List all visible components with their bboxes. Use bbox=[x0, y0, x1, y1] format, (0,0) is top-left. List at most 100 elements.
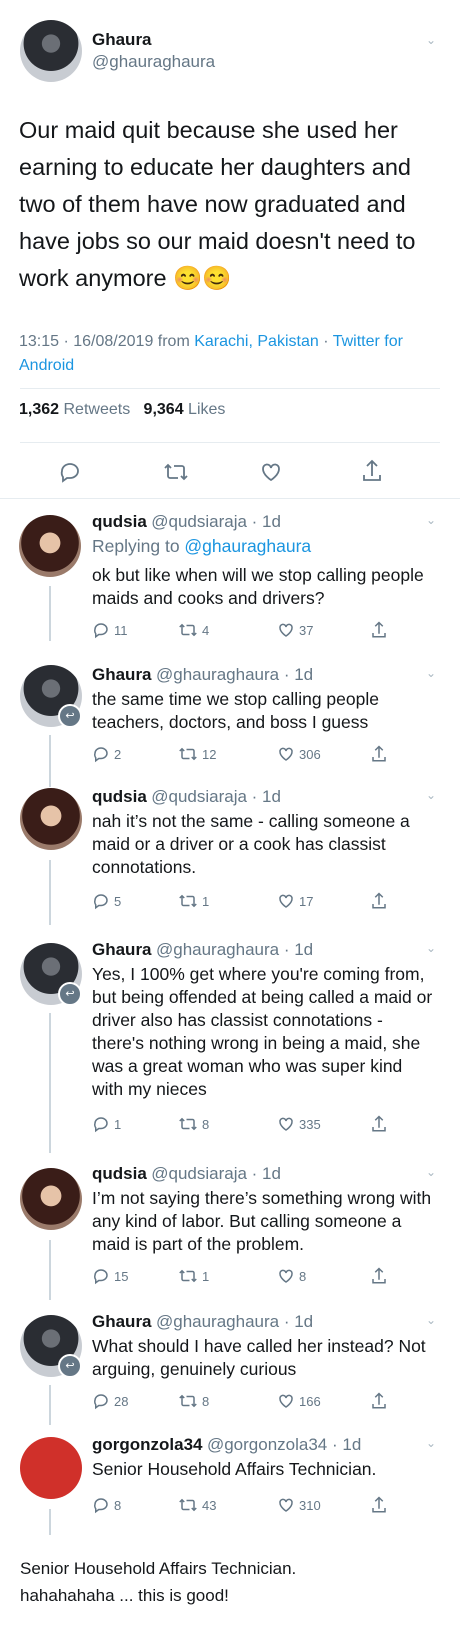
retweet-count: 12 bbox=[202, 746, 217, 762]
reply-icon[interactable] bbox=[58, 460, 82, 484]
chevron-down-icon[interactable]: ⌄ bbox=[426, 514, 438, 526]
reply-author-handle[interactable]: @ghauraghaura · 1d bbox=[156, 1312, 313, 1331]
reply-header: qudsia @qudsiaraja · 1d bbox=[92, 1164, 281, 1184]
retweet-action[interactable]: 1 bbox=[178, 892, 209, 910]
retweet-icon bbox=[179, 1394, 197, 1408]
avatar[interactable] bbox=[19, 515, 81, 577]
retweet-action[interactable]: 43 bbox=[178, 1496, 216, 1514]
like-action[interactable]: 8 bbox=[277, 1267, 306, 1285]
reply-header: Ghaura @ghauraghaura · 1d bbox=[92, 665, 313, 685]
replying-to: Replying to @ghauraghaura bbox=[92, 535, 311, 558]
avatar[interactable] bbox=[20, 1437, 82, 1499]
retweet-action[interactable]: 12 bbox=[178, 745, 216, 763]
share-icon[interactable] bbox=[370, 1266, 388, 1286]
like-action[interactable]: 306 bbox=[277, 745, 321, 763]
reply-author-handle[interactable]: @qudsiaraja · 1d bbox=[151, 1164, 281, 1183]
reply-author-handle[interactable]: @gorgonzola34 · 1d bbox=[207, 1435, 361, 1454]
reply-action[interactable]: 5 bbox=[92, 892, 121, 910]
like-icon bbox=[279, 894, 293, 908]
reply-icon bbox=[94, 623, 108, 639]
reply-author-name[interactable]: qudsia bbox=[92, 1164, 147, 1183]
like-count: 166 bbox=[299, 1393, 321, 1409]
reply-icon bbox=[94, 1117, 108, 1133]
likes-label[interactable]: Likes bbox=[188, 401, 225, 418]
engagement-counts: 1,362 Retweets 9,364 Likes bbox=[19, 401, 225, 419]
reply-author-handle[interactable]: @qudsiaraja · 1d bbox=[151, 787, 281, 806]
like-icon bbox=[279, 747, 293, 761]
retweet-action[interactable]: 4 bbox=[178, 621, 209, 639]
reply-header: qudsia @qudsiaraja · 1d bbox=[92, 787, 281, 807]
chevron-down-icon[interactable]: ⌄ bbox=[426, 942, 438, 954]
reply-header: Ghaura @ghauraghaura · 1d bbox=[92, 1312, 313, 1332]
author-name[interactable]: Ghaura bbox=[92, 30, 152, 50]
share-icon[interactable] bbox=[360, 458, 384, 484]
like-icon bbox=[279, 623, 293, 637]
chevron-down-icon[interactable]: ⌄ bbox=[426, 1314, 438, 1326]
reply-author-name[interactable]: Ghaura bbox=[92, 665, 152, 684]
reply-author-handle[interactable]: @qudsiaraja · 1d bbox=[151, 512, 281, 531]
like-count: 310 bbox=[299, 1497, 321, 1513]
reply-author-name[interactable]: Ghaura bbox=[92, 1312, 152, 1331]
reply-author-handle[interactable]: @ghauraghaura · 1d bbox=[156, 665, 313, 684]
reply-action[interactable]: 8 bbox=[92, 1496, 121, 1514]
avatar[interactable] bbox=[20, 788, 82, 850]
retweet-action[interactable]: 1 bbox=[178, 1267, 209, 1285]
avatar[interactable] bbox=[20, 1168, 82, 1230]
reply-text: I’m not saying there’s something wrong w… bbox=[92, 1188, 432, 1254]
share-icon[interactable] bbox=[370, 620, 388, 640]
reply-count: 28 bbox=[114, 1393, 129, 1409]
like-action[interactable]: 17 bbox=[277, 892, 313, 910]
like-action[interactable]: 335 bbox=[277, 1115, 321, 1133]
reply-count: 2 bbox=[114, 746, 122, 762]
avatar[interactable] bbox=[20, 20, 82, 82]
chevron-down-icon[interactable]: ⌄ bbox=[426, 1437, 438, 1449]
reply-action[interactable]: 28 bbox=[92, 1392, 128, 1410]
like-icon bbox=[279, 1394, 293, 1408]
like-count: 8 bbox=[299, 1268, 307, 1284]
like-action[interactable]: 166 bbox=[277, 1392, 321, 1410]
like-action[interactable]: 37 bbox=[277, 621, 313, 639]
reply-action[interactable]: 11 bbox=[92, 621, 128, 639]
retweet-icon bbox=[179, 747, 197, 761]
reply-count: 1 bbox=[114, 1116, 122, 1132]
thread-line bbox=[49, 860, 51, 925]
reply-action[interactable]: 2 bbox=[92, 745, 121, 763]
reply-author-name[interactable]: qudsia bbox=[92, 787, 147, 806]
retweet-icon bbox=[179, 894, 197, 908]
author-handle[interactable]: @ghauraghaura bbox=[92, 52, 215, 72]
reply-text: What should I have called her instead? N… bbox=[92, 1336, 426, 1379]
retweet-count: 1 bbox=[202, 893, 210, 909]
location-link[interactable]: Karachi, Pakistan bbox=[194, 333, 319, 350]
share-icon[interactable] bbox=[370, 1495, 388, 1515]
retweet-action[interactable]: 8 bbox=[178, 1115, 209, 1133]
retweet-icon[interactable] bbox=[163, 460, 189, 484]
share-icon[interactable] bbox=[370, 744, 388, 764]
retweets-label[interactable]: Retweets bbox=[64, 401, 131, 418]
reply-author-name[interactable]: gorgonzola34 bbox=[92, 1435, 203, 1454]
retweets-count[interactable]: 1,362 bbox=[19, 401, 59, 418]
share-icon[interactable] bbox=[370, 1391, 388, 1411]
chevron-down-icon[interactable]: ⌄ bbox=[426, 1166, 438, 1178]
reply-author-name[interactable]: Ghaura bbox=[92, 940, 152, 959]
share-icon[interactable] bbox=[370, 1114, 388, 1134]
chevron-down-icon[interactable]: ⌄ bbox=[426, 789, 438, 801]
chevron-down-icon[interactable]: ⌄ bbox=[426, 34, 438, 46]
likes-count[interactable]: 9,364 bbox=[144, 401, 184, 418]
reply-icon bbox=[94, 1269, 108, 1285]
reply-icon bbox=[94, 1394, 108, 1410]
chevron-down-icon[interactable]: ⌄ bbox=[426, 667, 438, 679]
like-icon[interactable] bbox=[259, 460, 283, 484]
share-icon[interactable] bbox=[370, 891, 388, 911]
thread-line bbox=[49, 1385, 51, 1425]
replying-to-link[interactable]: @ghauraghaura bbox=[184, 536, 311, 556]
reply-action[interactable]: 15 bbox=[92, 1267, 128, 1285]
tweet-text: Our maid quit because she used her earni… bbox=[19, 117, 416, 291]
retweet-action[interactable]: 8 bbox=[178, 1392, 209, 1410]
reply-action[interactable]: 1 bbox=[92, 1115, 121, 1133]
reply-badge-icon: ↩ bbox=[58, 1354, 82, 1378]
reply-author-handle[interactable]: @ghauraghaura · 1d bbox=[156, 940, 313, 959]
reply-author-name[interactable]: qudsia bbox=[92, 512, 147, 531]
divider bbox=[20, 388, 440, 389]
like-action[interactable]: 310 bbox=[277, 1496, 321, 1514]
like-count: 306 bbox=[299, 746, 321, 762]
